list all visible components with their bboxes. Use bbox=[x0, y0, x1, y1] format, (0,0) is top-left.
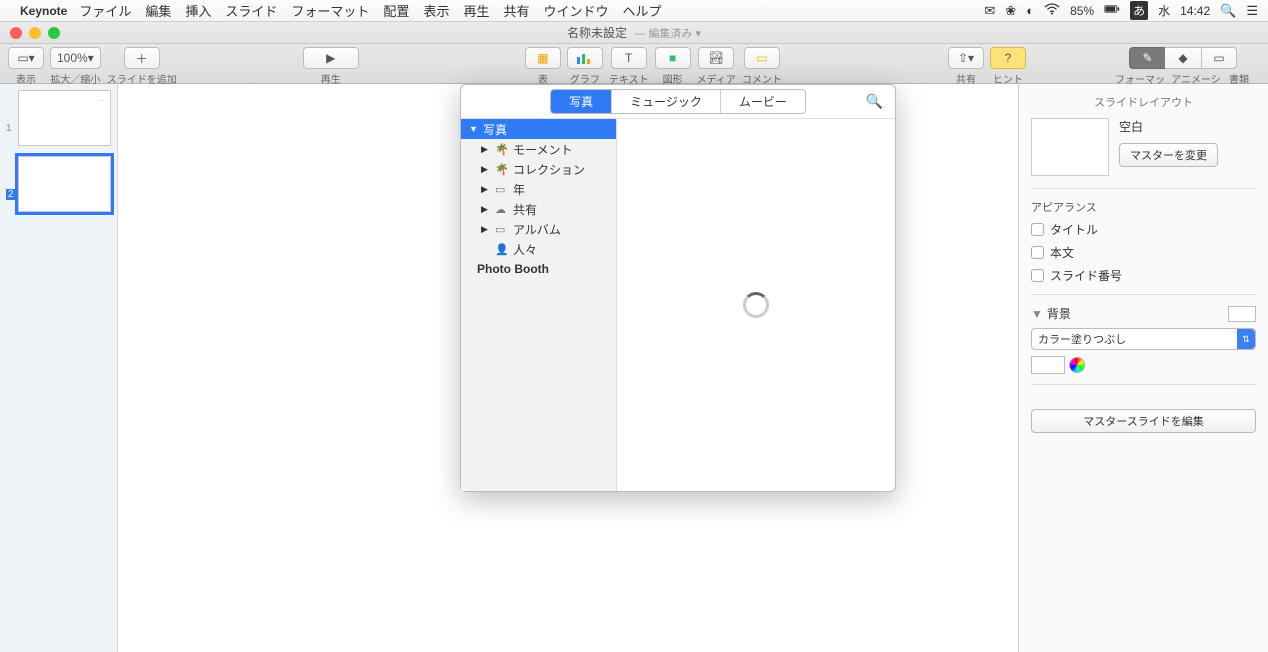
layout-preview bbox=[1031, 118, 1109, 176]
menu-slide[interactable]: スライド bbox=[225, 1, 277, 20]
status-icon[interactable]: ❀ bbox=[1005, 3, 1016, 19]
menu-format[interactable]: フォーマット bbox=[291, 1, 369, 20]
shape-button[interactable]: ■ bbox=[655, 47, 691, 69]
menu-arrange[interactable]: 配置 bbox=[383, 1, 409, 20]
source-albums[interactable]: ▶▭アルバム bbox=[461, 219, 616, 239]
media-tab-movies[interactable]: ムービー bbox=[721, 90, 805, 113]
app-name[interactable]: Keynote bbox=[20, 4, 67, 18]
view-button[interactable]: ▭▾ bbox=[8, 47, 44, 69]
table-button[interactable]: ▦ bbox=[525, 47, 561, 69]
zoom-button[interactable]: 100%▾ bbox=[50, 47, 101, 69]
control-center-icon[interactable]: ☰ bbox=[1246, 3, 1258, 19]
hint-button[interactable]: ? bbox=[990, 47, 1026, 69]
battery-icon[interactable] bbox=[1104, 2, 1120, 19]
media-source-list[interactable]: ▼写真 ▶🌴モーメント ▶🌴コレクション ▶▭年 ▶☁共有 ▶▭アルバム ▶👤人… bbox=[461, 119, 617, 491]
spotlight-icon[interactable]: 🔍 bbox=[1220, 3, 1236, 19]
inspector-title: スライドレイアウト bbox=[1031, 94, 1256, 110]
source-collections[interactable]: ▶🌴コレクション bbox=[461, 159, 616, 179]
clock-day[interactable]: 水 bbox=[1158, 2, 1170, 19]
background-heading: 背景 bbox=[1047, 307, 1071, 321]
format-tab[interactable]: ✎ bbox=[1129, 47, 1165, 69]
document-title[interactable]: 名称未設定 bbox=[567, 26, 627, 40]
ime-indicator[interactable]: あ bbox=[1130, 1, 1148, 20]
menu-view[interactable]: 表示 bbox=[423, 1, 449, 20]
menu-play[interactable]: 再生 bbox=[463, 1, 489, 20]
slidenum-checkbox[interactable] bbox=[1031, 269, 1044, 282]
window-titlebar: 名称未設定 — 編集済み ▾ bbox=[0, 22, 1268, 44]
menu-share[interactable]: 共有 bbox=[503, 1, 529, 20]
add-slide-button[interactable]: ＋ bbox=[124, 47, 160, 69]
slidenum-checkbox-label: スライド番号 bbox=[1050, 267, 1122, 284]
disclosure-icon[interactable]: ▼ bbox=[1031, 307, 1043, 321]
source-years[interactable]: ▶▭年 bbox=[461, 179, 616, 199]
change-master-button[interactable]: マスターを変更 bbox=[1119, 143, 1218, 167]
menu-window[interactable]: ウインドウ bbox=[543, 1, 608, 20]
zoom-window-button[interactable] bbox=[48, 27, 60, 39]
appearance-heading: アピアランス bbox=[1031, 199, 1256, 215]
document-edited-indicator[interactable]: — 編集済み ▾ bbox=[634, 28, 701, 40]
body-checkbox[interactable] bbox=[1031, 246, 1044, 259]
layout-name: 空白 bbox=[1119, 118, 1256, 135]
gmail-icon[interactable]: ✉ bbox=[984, 3, 995, 19]
animate-tab[interactable]: ◆ bbox=[1165, 47, 1201, 69]
source-shared[interactable]: ▶☁共有 bbox=[461, 199, 616, 219]
wifi-icon[interactable] bbox=[1044, 2, 1060, 19]
media-tab-photos[interactable]: 写真 bbox=[551, 90, 612, 113]
media-tab-music[interactable]: ミュージック bbox=[612, 90, 721, 113]
slide-thumbnail-2[interactable] bbox=[18, 156, 111, 212]
text-button[interactable]: T bbox=[611, 47, 647, 69]
color-swatch[interactable] bbox=[1031, 356, 1065, 374]
media-content-area bbox=[617, 119, 895, 491]
format-inspector: スライドレイアウト 空白 マスターを変更 アピアランス タイトル 本文 スライド… bbox=[1018, 84, 1268, 652]
document-tab[interactable]: ▭ bbox=[1201, 47, 1237, 69]
source-photobooth[interactable]: Photo Booth bbox=[461, 259, 616, 279]
source-moments[interactable]: ▶🌴モーメント bbox=[461, 139, 616, 159]
menu-file[interactable]: ファイル bbox=[79, 1, 131, 20]
close-window-button[interactable] bbox=[10, 27, 22, 39]
loading-spinner-icon bbox=[743, 292, 769, 318]
chart-button[interactable] bbox=[567, 47, 603, 69]
slide-navigator[interactable]: ---- 1 2 bbox=[0, 84, 118, 652]
source-people[interactable]: ▶👤人々 bbox=[461, 239, 616, 259]
menu-insert[interactable]: 挿入 bbox=[185, 1, 211, 20]
fill-type-select[interactable]: カラー塗りつぶし⇅ bbox=[1031, 328, 1256, 350]
title-checkbox[interactable] bbox=[1031, 223, 1044, 236]
mac-menubar: Keynote ファイル 編集 挿入 スライド フォーマット 配置 表示 再生 … bbox=[0, 0, 1268, 22]
share-button[interactable]: ⇧▾ bbox=[948, 47, 984, 69]
battery-percent: 85% bbox=[1070, 4, 1094, 18]
slide-thumbnail-1[interactable]: ---- bbox=[18, 90, 111, 146]
minimize-window-button[interactable] bbox=[29, 27, 41, 39]
source-photos-root[interactable]: ▼写真 bbox=[461, 119, 616, 139]
background-colorwell[interactable] bbox=[1228, 306, 1256, 322]
color-wheel-icon[interactable] bbox=[1069, 357, 1085, 373]
media-button[interactable]: 🏞 bbox=[698, 47, 734, 69]
edit-master-button[interactable]: マスタースライドを編集 bbox=[1031, 409, 1256, 433]
play-button[interactable]: ▶ bbox=[303, 47, 359, 69]
comment-button[interactable]: ▭ bbox=[744, 47, 780, 69]
clock-time[interactable]: 14:42 bbox=[1180, 4, 1210, 18]
title-checkbox-label: タイトル bbox=[1050, 221, 1098, 238]
body-checkbox-label: 本文 bbox=[1050, 244, 1074, 261]
toolbar: ▭▾ 表示 100%▾ 拡大／縮小 ＋ スライドを追加 ▶ 再生 ▦ 表 グラフ… bbox=[0, 44, 1268, 84]
sync-icon[interactable]: ◐ bbox=[1026, 3, 1034, 18]
media-browser-popover: 写真 ミュージック ムービー 🔍 ▼写真 ▶🌴モーメント ▶🌴コレクション ▶▭… bbox=[460, 84, 896, 492]
menu-help[interactable]: ヘルプ bbox=[623, 1, 662, 20]
search-icon[interactable]: 🔍 bbox=[866, 93, 883, 110]
media-tabs: 写真 ミュージック ムービー bbox=[550, 89, 806, 114]
menu-edit[interactable]: 編集 bbox=[145, 1, 171, 20]
